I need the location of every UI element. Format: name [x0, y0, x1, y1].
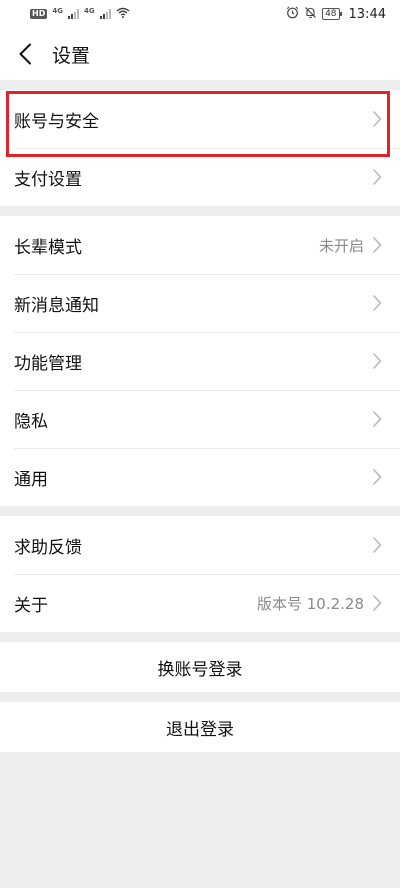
logout-button[interactable]: 退出登录 [0, 702, 400, 752]
settings-item-value: 未开启 [318, 236, 364, 255]
alarm-icon [286, 6, 299, 22]
section-gap [0, 632, 400, 642]
nav-bar: 设置 [0, 28, 400, 80]
chevron-right-icon [372, 110, 382, 128]
settings-item-label: 账号与安全 [14, 111, 99, 132]
settings-group-general: 长辈模式 未开启 新消息通知 功能管理 隐私 通用 [0, 216, 400, 506]
status-right: 48 13:44 [286, 6, 386, 22]
signal-icon-2 [99, 9, 111, 19]
switch-account-button[interactable]: 换账号登录 [0, 642, 400, 692]
hd-badge: HD [30, 9, 48, 19]
settings-item-label: 通用 [14, 469, 48, 490]
chevron-right-icon [372, 536, 382, 554]
settings-item-label: 支付设置 [14, 169, 82, 190]
page-title: 设置 [52, 44, 91, 67]
battery-icon: 48 [322, 8, 343, 20]
settings-item-label: 功能管理 [14, 353, 82, 374]
clock: 13:44 [348, 6, 386, 22]
settings-group-account: 账号与安全 支付设置 [0, 90, 400, 206]
settings-item-payment[interactable]: 支付设置 [0, 148, 400, 206]
chevron-right-icon [372, 594, 382, 612]
settings-item-privacy[interactable]: 隐私 [0, 390, 400, 448]
wifi-icon [116, 7, 130, 21]
network-type-2: 4G [83, 7, 95, 15]
section-gap [0, 506, 400, 516]
settings-item-notifications[interactable]: 新消息通知 [0, 274, 400, 332]
section-gap [0, 692, 400, 702]
version-value: 版本号 10.2.28 [256, 594, 364, 613]
mute-bell-icon [304, 6, 317, 22]
status-left: HD 4G 4G [30, 7, 130, 21]
settings-item-label: 求助反馈 [14, 537, 82, 558]
settings-item-label: 长辈模式 [14, 237, 82, 258]
settings-item-label: 隐私 [14, 411, 48, 432]
signal-icon [67, 9, 79, 19]
chevron-right-icon [372, 410, 382, 428]
settings-item-about[interactable]: 关于 版本号 10.2.28 [0, 574, 400, 632]
chevron-right-icon [372, 236, 382, 254]
settings-item-label: 新消息通知 [14, 295, 99, 316]
back-icon[interactable] [14, 43, 36, 65]
chevron-right-icon [372, 352, 382, 370]
settings-item-elder-mode[interactable]: 长辈模式 未开启 [0, 216, 400, 274]
settings-item-feedback[interactable]: 求助反馈 [0, 516, 400, 574]
section-gap [0, 206, 400, 216]
section-gap [0, 80, 400, 90]
chevron-right-icon [372, 168, 382, 186]
chevron-right-icon [372, 294, 382, 312]
settings-item-label: 关于 [14, 595, 48, 616]
settings-item-account-security[interactable]: 账号与安全 [0, 90, 400, 148]
status-bar: HD 4G 4G 48 13:44 [0, 0, 400, 28]
settings-item-general[interactable]: 通用 [0, 448, 400, 506]
settings-item-features[interactable]: 功能管理 [0, 332, 400, 390]
settings-group-help: 求助反馈 关于 版本号 10.2.28 [0, 516, 400, 632]
chevron-right-icon [372, 468, 382, 486]
network-type-1: 4G [52, 7, 63, 15]
